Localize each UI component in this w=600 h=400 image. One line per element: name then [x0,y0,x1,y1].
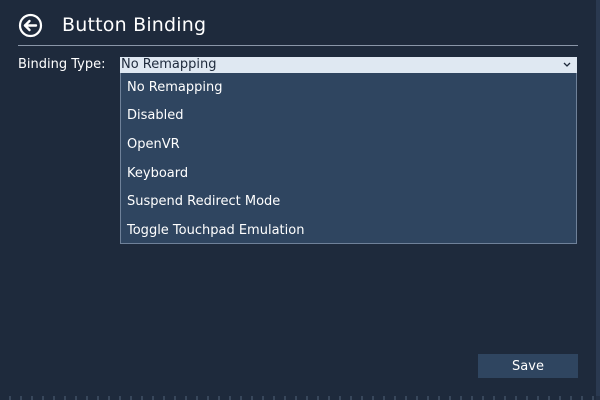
dropdown-option-keyboard[interactable]: Keyboard [121,159,576,188]
page-title: Button Binding [62,14,207,36]
dropdown-option-toggle-touchpad-emulation[interactable]: Toggle Touchpad Emulation [121,216,576,245]
header: Button Binding [18,9,206,41]
dropdown-option-suspend-redirect-mode[interactable]: Suspend Redirect Mode [121,187,576,216]
binding-type-select[interactable]: No Remapping [120,57,577,73]
window-right-edge [596,0,600,400]
header-divider [18,45,578,46]
save-button[interactable]: Save [478,354,578,378]
bottom-edge-artifact [0,396,600,400]
dropdown-option-no-remapping[interactable]: No Remapping [121,73,576,102]
dropdown-option-openvr[interactable]: OpenVR [121,130,576,159]
binding-type-dropdown-list: No Remapping Disabled OpenVR Keyboard Su… [120,73,577,244]
binding-type-selected-value: No Remapping [121,57,217,72]
dropdown-option-disabled[interactable]: Disabled [121,102,576,131]
back-arrow-icon[interactable] [18,13,43,38]
button-binding-window: Button Binding Binding Type: No Remappin… [0,0,600,400]
binding-type-label: Binding Type: [18,57,106,72]
